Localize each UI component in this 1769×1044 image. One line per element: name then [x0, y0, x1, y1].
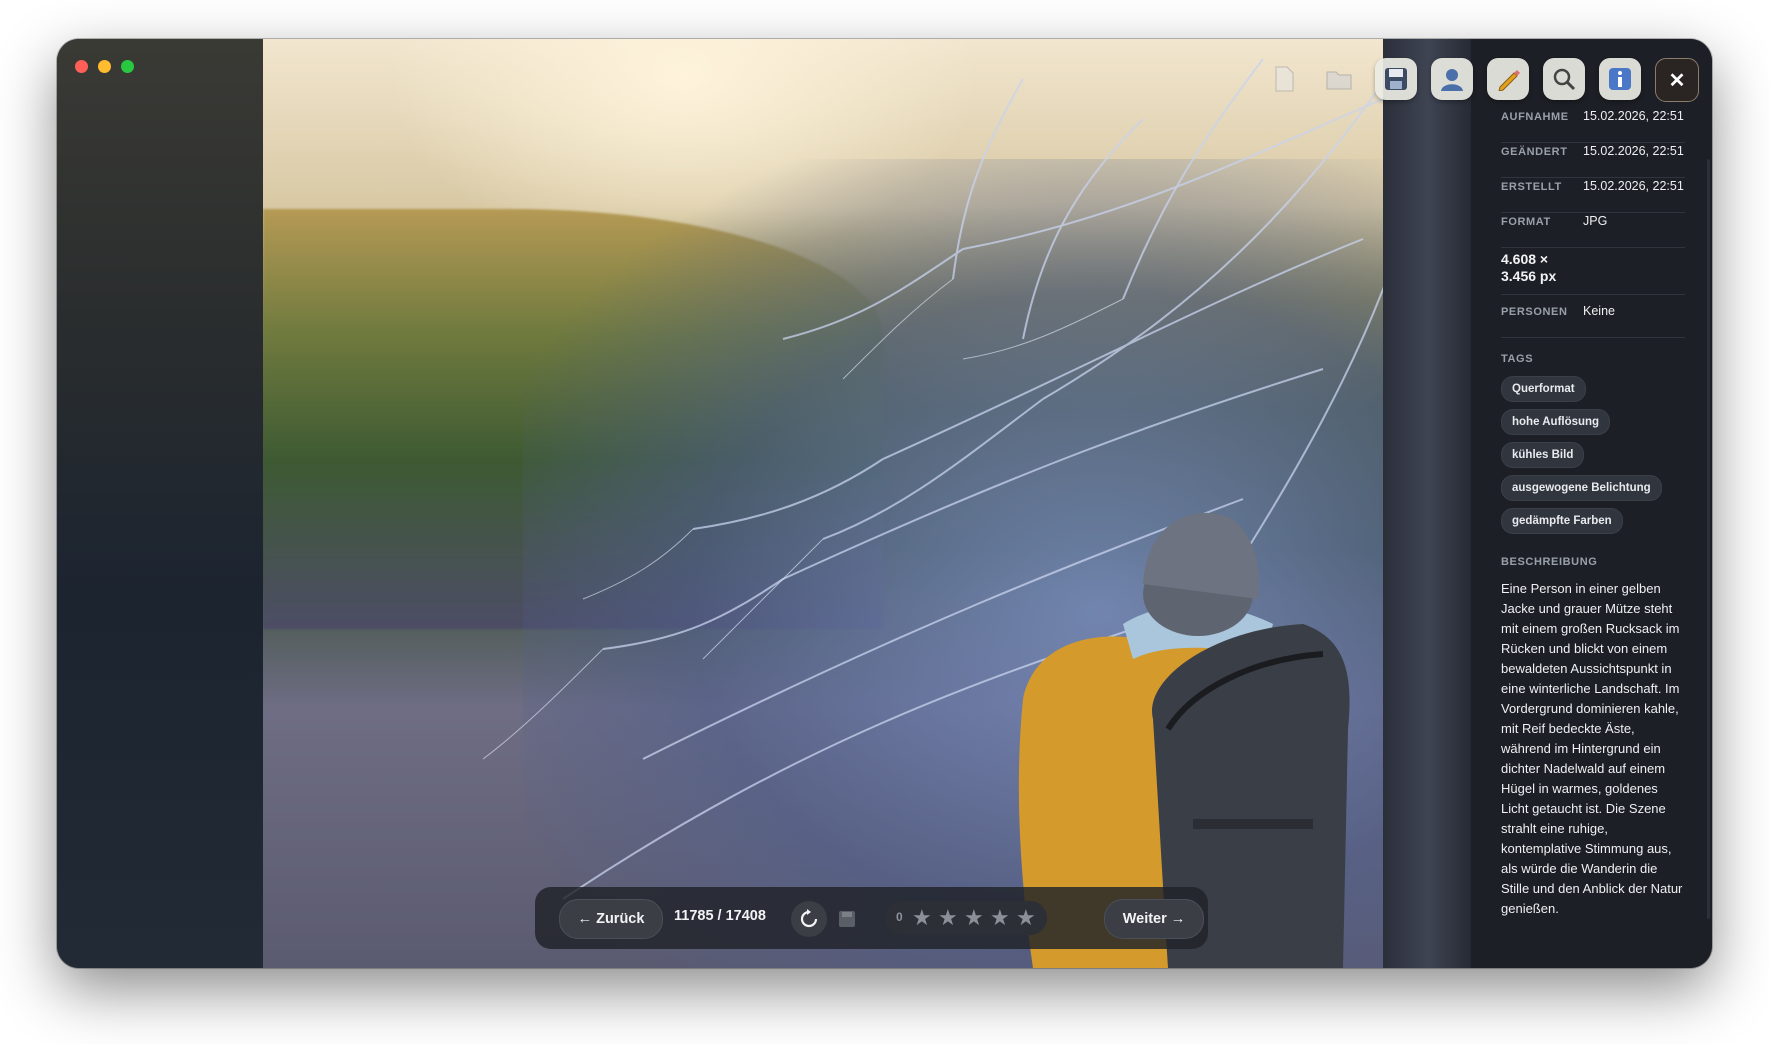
image-counter: 11785 / 17408 — [674, 908, 766, 924]
navigation-bar: ← Zurück 11785 / 17408 0 ★ ★ ★ ★ ★ Weite… — [535, 887, 1208, 949]
close-button[interactable]: ✕ — [1655, 58, 1699, 102]
dimensions-line-2: 3.456 px — [1501, 268, 1557, 284]
save-icon — [1385, 68, 1407, 90]
person-icon — [1441, 69, 1463, 91]
info-button[interactable] — [1599, 58, 1641, 100]
tag-chip[interactable]: gedämpfte Farben — [1501, 508, 1623, 534]
close-window-button[interactable] — [75, 60, 88, 73]
star-icon[interactable]: ★ — [964, 907, 984, 929]
dimensions-value: 4.608 × 3.456 px — [1501, 251, 1556, 285]
meta-row-personen: PERSONEN Keine — [1501, 294, 1685, 338]
close-icon: ✕ — [1668, 69, 1686, 92]
meta-value: 15.02.2026, 22:51 — [1583, 109, 1684, 123]
star-rating[interactable]: 0 ★ ★ ★ ★ ★ — [885, 901, 1047, 935]
file-icon — [1275, 66, 1294, 92]
viewer-window: AUFNAHME 15.02.2026, 22:51 GEÄNDERT 15.0… — [57, 39, 1712, 968]
next-button[interactable]: Weiter → — [1104, 899, 1204, 939]
tag-chip[interactable]: hohe Auflösung — [1501, 409, 1611, 435]
save-icon — [839, 911, 855, 927]
description-text: Eine Person in einer gelben Jacke und gr… — [1501, 581, 1683, 916]
tag-chip[interactable]: Querformat — [1501, 376, 1586, 402]
star-icon[interactable]: ★ — [1016, 907, 1036, 929]
search-button[interactable] — [1543, 58, 1585, 100]
star-icon[interactable]: ★ — [990, 907, 1010, 929]
save-copy-button[interactable] — [829, 901, 865, 937]
meta-key: ERSTELLT — [1501, 181, 1562, 193]
meta-key: FORMAT — [1501, 216, 1551, 228]
zoom-window-button[interactable] — [121, 60, 134, 73]
folder-icon — [1326, 71, 1352, 90]
save-button[interactable] — [1375, 58, 1417, 100]
meta-value: JPG — [1583, 214, 1608, 228]
photo-view[interactable] — [263, 39, 1471, 968]
star-icon[interactable]: ★ — [912, 907, 932, 929]
meta-row-geaendert: GEÄNDERT 15.02.2026, 22:51 — [1501, 144, 1685, 178]
search-icon — [1553, 68, 1576, 91]
tags-title: TAGS — [1501, 353, 1534, 365]
back-button[interactable]: ← Zurück — [559, 899, 663, 939]
tag-chip[interactable]: ausgewogene Belichtung — [1501, 475, 1662, 501]
meta-value: 15.02.2026, 22:51 — [1583, 144, 1684, 158]
meta-row-format: FORMAT JPG — [1501, 214, 1685, 248]
meta-value: Keine — [1583, 304, 1615, 318]
file-button[interactable] — [1263, 58, 1305, 100]
sidebar — [57, 39, 264, 968]
meta-value: 15.02.2026, 22:51 — [1583, 179, 1684, 193]
meta-row-aufnahme: AUFNAHME 15.02.2026, 22:51 — [1501, 109, 1685, 143]
pencil-icon — [1498, 70, 1520, 91]
dimensions-line-1: 4.608 × — [1501, 251, 1549, 267]
rotate-button[interactable] — [791, 901, 827, 937]
minimize-window-button[interactable] — [98, 60, 111, 73]
info-panel: AUFNAHME 15.02.2026, 22:51 GEÄNDERT 15.0… — [1471, 39, 1712, 968]
star-icon[interactable]: ★ — [938, 907, 958, 929]
info-icon — [1609, 68, 1631, 90]
folder-button[interactable] — [1318, 58, 1360, 100]
edit-button[interactable] — [1487, 58, 1529, 100]
meta-row-erstellt: ERSTELLT 15.02.2026, 22:51 — [1501, 179, 1685, 213]
description-title: BESCHREIBUNG — [1501, 556, 1598, 568]
tag-chip[interactable]: kühles Bild — [1501, 442, 1585, 468]
meta-key: PERSONEN — [1501, 306, 1568, 318]
meta-key: AUFNAHME — [1501, 111, 1569, 123]
info-panel-scrollbar[interactable] — [1707, 159, 1710, 919]
rating-value: 0 — [896, 910, 903, 924]
meta-key: GEÄNDERT — [1501, 146, 1568, 158]
rotate-icon — [800, 909, 818, 928]
hiker-figure — [1018, 512, 1350, 968]
person-button[interactable] — [1431, 58, 1473, 100]
